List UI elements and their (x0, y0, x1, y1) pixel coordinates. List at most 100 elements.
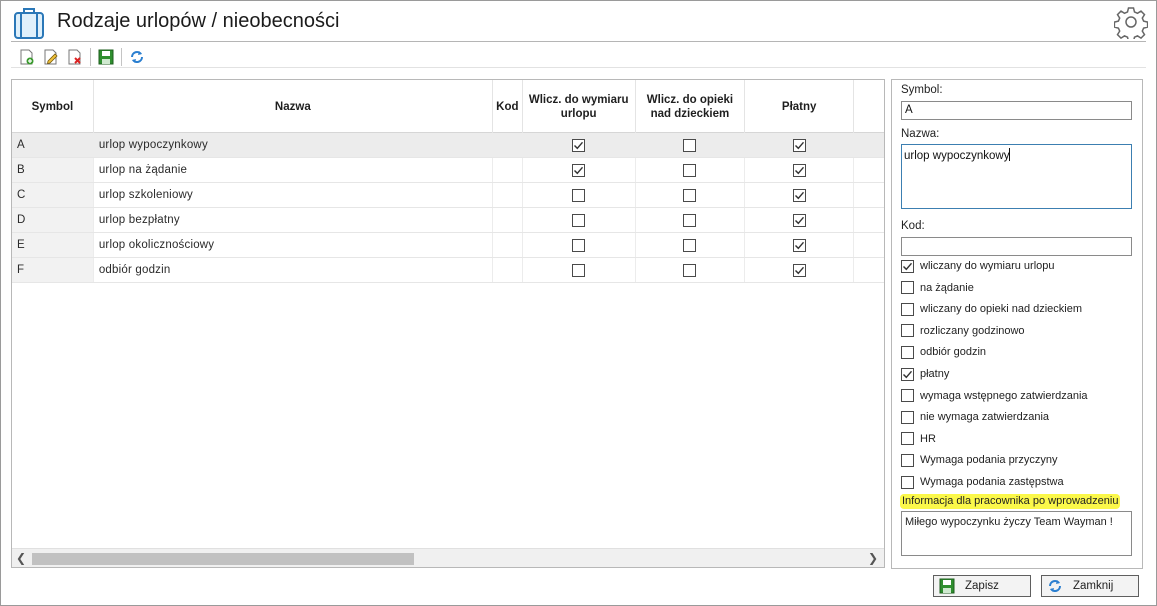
option-checkbox[interactable] (901, 281, 914, 295)
cell-opieka (636, 158, 746, 182)
option-checkbox-row[interactable]: Wymaga podania zastępstwa (901, 474, 1064, 490)
edit-record-icon (44, 49, 58, 65)
grid-body: Aurlop wypoczynkowy Burlop na żądanie Curl… (12, 133, 884, 283)
option-checkbox[interactable] (901, 475, 914, 489)
platny-checkbox[interactable] (792, 238, 806, 252)
option-checkbox[interactable] (901, 367, 914, 381)
close-button[interactable]: Zamknij (1041, 575, 1139, 597)
cell-symbol: D (12, 208, 94, 232)
table-row[interactable]: Fodbiór godzin (12, 258, 884, 283)
option-checkbox-label: Wymaga podania przyczyny (920, 454, 1058, 467)
platny-checkbox[interactable] (792, 213, 806, 227)
option-checkbox-row[interactable]: wliczany do wymiaru urlopu (901, 258, 1055, 274)
opieka-checkbox[interactable] (683, 138, 697, 152)
option-checkbox-row[interactable]: wymaga wstępnego zatwierdzania (901, 388, 1088, 404)
cell-opieka (636, 183, 746, 207)
cell-nazwa: urlop okolicznościowy (94, 233, 493, 257)
cell-wymiar (522, 133, 636, 157)
toolbar-divider (11, 67, 1146, 68)
option-checkbox[interactable] (901, 324, 914, 338)
column-header-wymiar[interactable]: Wlicz. do wymiaru urlopu (523, 80, 636, 133)
scroll-left-icon[interactable]: ❮ (14, 551, 28, 565)
gear-icon[interactable] (1114, 5, 1148, 39)
table-row[interactable]: Curlop szkoleniowy (12, 183, 884, 208)
table-row[interactable]: Aurlop wypoczynkowy (12, 133, 884, 158)
wymiar-checkbox[interactable] (572, 213, 586, 227)
horizontal-scrollbar[interactable]: ❮ ❯ (12, 548, 884, 567)
wymiar-checkbox[interactable] (572, 238, 586, 252)
option-checkbox[interactable] (901, 389, 914, 403)
wymiar-checkbox[interactable] (572, 263, 586, 277)
cell-platny (745, 233, 855, 257)
cell-opieka (636, 258, 746, 282)
checkmark-icon (794, 166, 804, 174)
option-checkbox[interactable] (901, 453, 914, 467)
toolbar-separator (90, 48, 91, 66)
edit-record-button[interactable] (41, 47, 61, 67)
info-textarea[interactable]: Miłego wypoczynku życzy Team Wayman ! (901, 511, 1132, 556)
option-checkbox-row[interactable]: na żądanie (901, 280, 974, 296)
title-divider (11, 41, 1146, 42)
option-checkbox-row[interactable]: HR (901, 431, 936, 447)
option-checkbox[interactable] (901, 410, 914, 424)
platny-checkbox[interactable] (792, 163, 806, 177)
nazwa-textarea[interactable]: urlop wypoczynkowy (901, 144, 1132, 209)
checkmark-icon (574, 166, 584, 174)
opieka-checkbox[interactable] (683, 163, 697, 177)
cell-kod (493, 208, 523, 232)
opieka-checkbox[interactable] (683, 213, 697, 227)
option-checkbox-row[interactable]: rozliczany godzinowo (901, 323, 1025, 339)
opieka-checkbox[interactable] (683, 263, 697, 277)
grid-header: Symbol Nazwa Kod Wlicz. do wymiaru urlop… (12, 80, 884, 133)
table-row[interactable]: Burlop na żądanie (12, 158, 884, 183)
option-checkbox[interactable] (901, 302, 914, 316)
cell-nazwa: urlop szkoleniowy (94, 183, 493, 207)
wymiar-checkbox[interactable] (572, 138, 586, 152)
option-checkbox-row[interactable]: Wymaga podania przyczyny (901, 452, 1057, 468)
table-row[interactable]: Eurlop okolicznościowy (12, 233, 884, 258)
column-header-nazwa[interactable]: Nazwa (94, 80, 493, 133)
kod-input[interactable] (901, 237, 1132, 256)
option-checkbox[interactable] (901, 345, 914, 359)
option-checkbox[interactable] (901, 432, 914, 446)
column-header-symbol[interactable]: Symbol (12, 80, 94, 133)
refresh-icon (1049, 580, 1061, 592)
option-checkbox-label: rozliczany godzinowo (920, 324, 1025, 337)
cell-symbol: E (12, 233, 94, 257)
platny-checkbox[interactable] (792, 138, 806, 152)
save-toolbar-button[interactable] (96, 47, 116, 67)
kod-label: Kod: (901, 220, 925, 232)
save-icon (98, 49, 114, 65)
add-record-button[interactable] (17, 47, 37, 67)
option-checkbox-label: płatny (920, 368, 950, 380)
wymiar-checkbox[interactable] (572, 188, 586, 202)
option-checkbox-label: nie wymaga zatwierdzania (920, 411, 1050, 424)
opieka-checkbox[interactable] (683, 238, 697, 252)
toolbar-separator (121, 48, 122, 66)
option-checkbox[interactable] (901, 259, 914, 273)
option-checkbox-label: wymaga wstępnego zatwierdzania (920, 389, 1088, 402)
option-checkbox-label: Wymaga podania zastępstwa (920, 476, 1064, 488)
window: Rodzaje urlopów / nieobecności Symbol Na… (0, 0, 1157, 606)
table-row[interactable]: Durlop bezpłatny (12, 208, 884, 233)
symbol-input[interactable]: A (901, 101, 1132, 120)
opieka-checkbox[interactable] (683, 188, 697, 202)
option-checkbox-row[interactable]: płatny (901, 366, 949, 382)
refresh-button[interactable] (127, 47, 147, 67)
scroll-right-icon[interactable]: ❯ (866, 551, 880, 565)
option-checkbox-row[interactable]: odbiór godzin (901, 344, 986, 360)
option-checkbox-row[interactable]: nie wymaga zatwierdzania (901, 409, 1049, 425)
platny-checkbox[interactable] (792, 263, 806, 277)
cell-filler (854, 208, 884, 232)
wymiar-checkbox[interactable] (572, 163, 586, 177)
option-checkbox-row[interactable]: wliczany do opieki nad dzieckiem (901, 301, 1082, 317)
cell-wymiar (523, 233, 636, 257)
scrollbar-thumb[interactable] (32, 553, 414, 565)
delete-record-button[interactable] (65, 47, 85, 67)
column-header-opieka[interactable]: Wlicz. do opieki nad dzieckiem (636, 80, 746, 133)
platny-checkbox[interactable] (792, 188, 806, 202)
column-header-kod[interactable]: Kod (493, 80, 523, 133)
save-button[interactable]: Zapisz (933, 575, 1031, 597)
column-header-platny[interactable]: Płatny (745, 80, 855, 133)
checkmark-icon (794, 141, 804, 149)
